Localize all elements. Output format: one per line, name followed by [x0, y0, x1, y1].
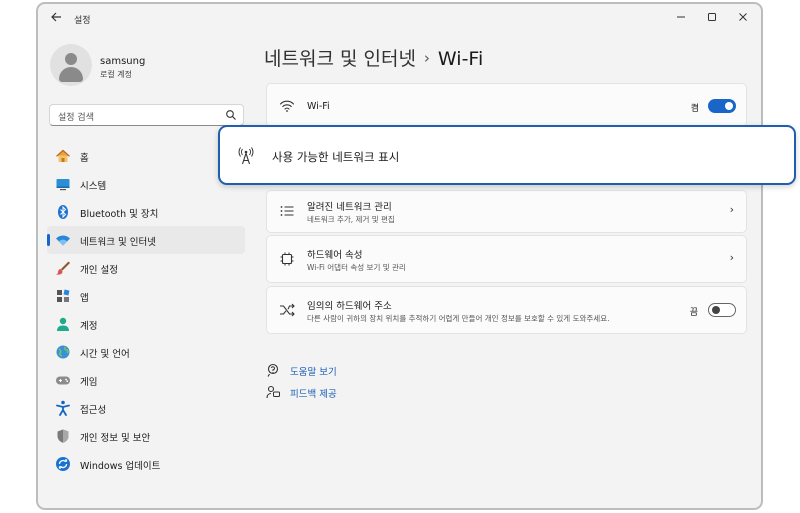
list-icon: [280, 206, 294, 216]
random-hw-toggle[interactable]: [708, 303, 736, 317]
wifi-label: Wi-Fi: [307, 101, 330, 112]
network-icon: [56, 235, 70, 246]
sidebar-item-label: 계정: [80, 321, 98, 332]
sidebar-nav: 홈 시스템 Bluetooth 및 장치 네트워크 및 인터넷 개인 설정 앱 …: [47, 142, 245, 478]
sidebar-item-label: 개인 설정: [80, 265, 118, 276]
sidebar-item-personalization[interactable]: 개인 설정: [47, 254, 245, 282]
random-hw-toggle-label: 끔: [689, 308, 698, 318]
sidebar-item-label: 시스템: [80, 181, 107, 192]
show-available-networks-label: 사용 가능한 네트워크 표시: [272, 150, 400, 164]
back-button[interactable]: [48, 11, 64, 27]
hardware-properties-title: 하드웨어 속성: [307, 250, 363, 261]
apps-icon: [57, 289, 70, 302]
search-icon[interactable]: [225, 109, 237, 121]
maximize-icon: [708, 13, 716, 21]
shield-icon: [57, 429, 69, 443]
account-icon: [57, 317, 69, 331]
search-input[interactable]: 설정 검색: [49, 104, 244, 126]
title-bar: 설정: [38, 4, 761, 34]
profile-name: samsung: [100, 56, 146, 67]
globe-icon: [56, 345, 70, 359]
update-icon: [56, 457, 70, 471]
arrow-left-icon: [51, 12, 61, 22]
sidebar-item-label: 홈: [80, 153, 89, 164]
sidebar-item-label: 게임: [80, 377, 98, 388]
system-icon: [56, 179, 70, 191]
sidebar-item-accessibility[interactable]: 접근성: [47, 394, 245, 422]
accessibility-icon: [56, 400, 70, 416]
sidebar-item-label: Bluetooth 및 장치: [80, 209, 159, 220]
antenna-icon: [238, 147, 254, 165]
maximize-button[interactable]: [698, 10, 726, 28]
known-networks-card[interactable]: 알려진 네트워크 관리 네트워크 추가, 제거 및 편집 ›: [266, 190, 747, 233]
minimize-button[interactable]: [667, 10, 695, 28]
gamepad-icon: [56, 376, 70, 385]
chevron-right-icon: ›: [729, 203, 734, 216]
sidebar-item-label: 접근성: [80, 405, 107, 416]
app-title: 설정: [74, 16, 91, 26]
breadcrumb-parent[interactable]: 네트워크 및 인터넷: [264, 48, 416, 70]
hardware-properties-subtitle: Wi-Fi 어댑터 속성 보기 및 관리: [307, 263, 406, 272]
breadcrumb-separator: ›: [423, 49, 430, 67]
sidebar-item-gaming[interactable]: 게임: [47, 366, 245, 394]
sidebar-item-label: 네트워크 및 인터넷: [80, 237, 156, 248]
random-hw-address-title: 임의의 하드웨어 주소: [307, 301, 392, 312]
sidebar-item-system[interactable]: 시스템: [47, 170, 245, 198]
feedback-link[interactable]: 피드백 제공: [266, 384, 386, 400]
sidebar-item-home[interactable]: 홈: [47, 142, 245, 170]
show-available-networks-callout[interactable]: 사용 가능한 네트워크 표시: [218, 125, 796, 185]
wifi-card: Wi-Fi 켬: [266, 83, 747, 127]
bluetooth-icon: [58, 205, 68, 219]
feedback-link-label: 피드백 제공: [290, 389, 337, 400]
sidebar-item-accounts[interactable]: 계정: [47, 310, 245, 338]
shuffle-icon: [280, 303, 295, 317]
settings-window: 설정 samsung 로컬 계정 설정 검색 홈 시스템 Bluetooth 및…: [36, 2, 763, 510]
page-title: Wi-Fi: [437, 48, 484, 70]
chip-icon: [280, 252, 294, 266]
random-hw-address-subtitle: 다른 사람이 귀하의 장치 위치를 추적하기 어렵게 만들어 개인 정보를 보호…: [307, 314, 610, 323]
help-link-label: 도움말 보기: [290, 367, 337, 378]
sidebar-item-time-language[interactable]: 시간 및 언어: [47, 338, 245, 366]
sidebar-item-windows-update[interactable]: Windows 업데이트: [47, 450, 245, 478]
wifi-toggle-label: 켬: [690, 104, 699, 114]
wifi-icon: [279, 100, 295, 112]
breadcrumb: 네트워크 및 인터넷 › Wi-Fi: [264, 44, 483, 74]
sidebar-item-network[interactable]: 네트워크 및 인터넷: [47, 226, 245, 254]
sidebar-item-privacy[interactable]: 개인 정보 및 보안: [47, 422, 245, 450]
help-link[interactable]: 도움말 보기: [266, 362, 386, 378]
sidebar-item-label: 시간 및 언어: [80, 349, 130, 360]
known-networks-title: 알려진 네트워크 관리: [307, 202, 392, 213]
home-icon: [56, 149, 70, 162]
avatar: [50, 44, 92, 86]
help-icon: [267, 363, 279, 377]
random-hw-address-card: 임의의 하드웨어 주소 다른 사람이 귀하의 장치 위치를 추적하기 어렵게 만…: [266, 286, 747, 334]
chevron-right-icon: ›: [729, 251, 734, 264]
close-icon: [739, 13, 747, 21]
sidebar-item-apps[interactable]: 앱: [47, 282, 245, 310]
hardware-properties-card[interactable]: 하드웨어 속성 Wi-Fi 어댑터 속성 보기 및 관리 ›: [266, 235, 747, 283]
sidebar-item-label: Windows 업데이트: [80, 461, 161, 472]
minimize-icon: [677, 16, 685, 18]
feedback-icon: [266, 385, 280, 399]
sidebar-item-label: 개인 정보 및 보안: [80, 433, 151, 444]
wifi-toggle[interactable]: [708, 99, 736, 113]
brush-icon: [56, 261, 70, 275]
user-profile[interactable]: samsung 로컬 계정: [50, 44, 250, 88]
profile-account-type: 로컬 계정: [100, 70, 132, 79]
known-networks-subtitle: 네트워크 추가, 제거 및 편집: [307, 215, 395, 224]
sidebar-item-bluetooth[interactable]: Bluetooth 및 장치: [47, 198, 245, 226]
close-button[interactable]: [729, 10, 757, 28]
sidebar-item-label: 앱: [80, 293, 89, 304]
search-placeholder: 설정 검색: [58, 113, 94, 123]
